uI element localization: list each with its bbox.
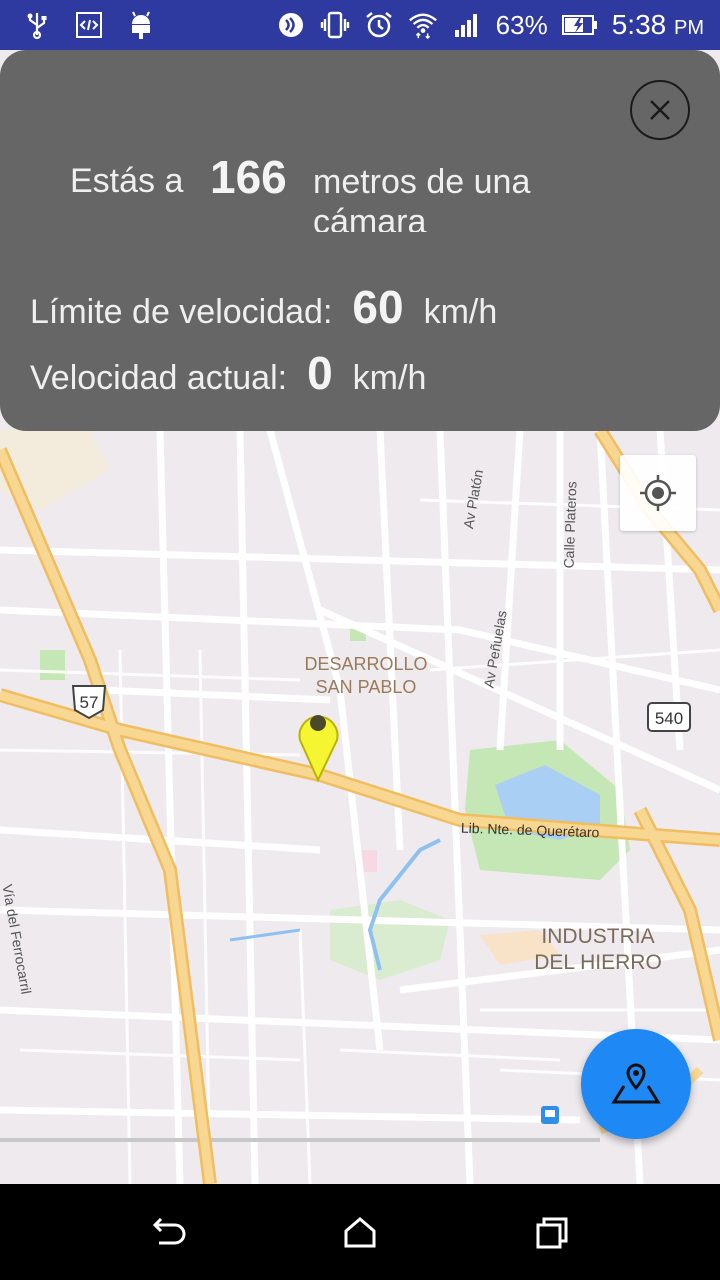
back-icon	[152, 1217, 186, 1245]
recents-button[interactable]	[532, 1212, 572, 1252]
current-speed-value: 0	[307, 347, 333, 399]
speed-limit-row: Límite de velocidad: 60 km/h	[30, 280, 497, 334]
crosshair-icon	[640, 475, 676, 511]
wifi-icon	[408, 10, 438, 40]
my-location-button[interactable]	[620, 455, 696, 531]
speed-limit-value: 60	[352, 281, 404, 333]
map-label-del-hierro: DEL HIERRO	[534, 951, 662, 974]
battery-percent: 63%	[495, 9, 548, 40]
android-icon	[126, 10, 156, 40]
recents-icon	[536, 1217, 568, 1249]
highway-shield-540: 540	[647, 702, 691, 732]
developer-icon	[74, 10, 104, 40]
close-button[interactable]	[630, 80, 690, 140]
map-label-industria: INDUSTRIA	[541, 925, 654, 948]
bus-stop-icon	[541, 1106, 559, 1124]
shield-540-label: 540	[655, 709, 683, 728]
map-label-desarrollo: DESARROLLO	[304, 654, 427, 674]
vibrate-icon	[320, 10, 350, 40]
status-bar: 63% 5:38 PM	[0, 0, 720, 50]
map-action-button[interactable]	[581, 1029, 691, 1139]
speed-limit-unit: km/h	[423, 293, 498, 331]
close-icon	[650, 100, 670, 120]
home-icon	[344, 1217, 376, 1248]
camera-distance-suffix: metros de una cámara	[313, 163, 531, 232]
current-speed-label: Velocidad actual:	[30, 359, 288, 397]
signal-icon	[452, 10, 482, 40]
shield-57-label: 57	[80, 693, 99, 712]
nfc-icon	[276, 10, 306, 40]
alarm-icon	[364, 10, 394, 40]
map-pin-icon	[611, 1063, 661, 1104]
home-button[interactable]	[340, 1212, 380, 1252]
map-label-san-pablo: SAN PABLO	[316, 677, 417, 697]
navigation-bar	[0, 1184, 720, 1280]
battery-charging-icon	[561, 10, 598, 40]
camera-info-panel: Estás a 166 metros de una cámara Límite …	[0, 50, 720, 431]
back-button[interactable]	[148, 1212, 188, 1252]
usb-icon	[22, 10, 52, 40]
camera-distance-value: 166	[210, 151, 287, 203]
clock: 5:38 PM	[611, 9, 704, 40]
map-label-platon: Av Platón	[460, 468, 486, 530]
camera-distance-prefix: Estás a	[70, 162, 184, 200]
map-label-ferrocarril: Vía del Ferrocarril	[0, 883, 34, 995]
map-label-plateros: Calle Plateros	[560, 481, 579, 569]
current-speed-row: Velocidad actual: 0 km/h	[30, 346, 426, 400]
speed-limit-label: Límite de velocidad:	[30, 293, 333, 331]
current-speed-unit: km/h	[352, 359, 427, 397]
